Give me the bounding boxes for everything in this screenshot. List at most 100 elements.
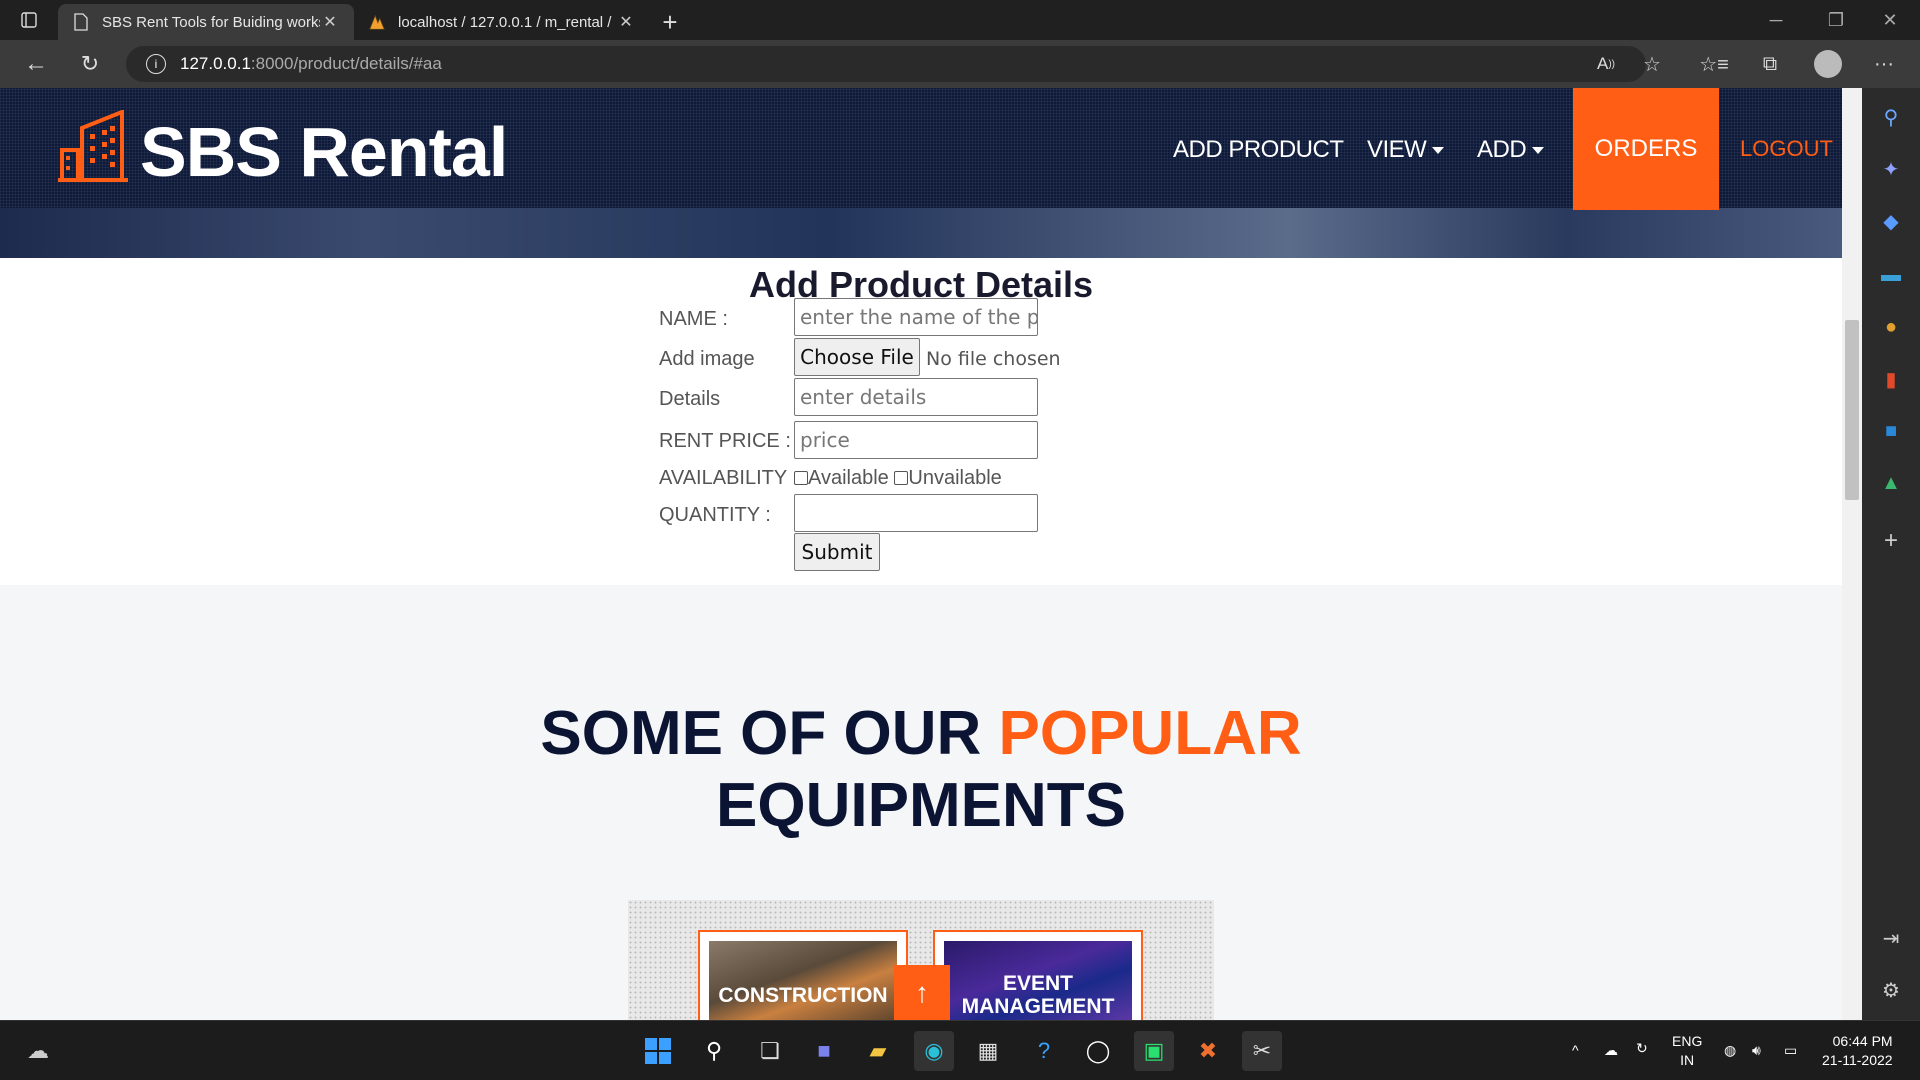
- tab-title: localhost / 127.0.0.1 / m_rental /: [398, 13, 612, 31]
- available-checkbox[interactable]: [794, 471, 808, 485]
- nav-logout[interactable]: LOGOUT: [1740, 136, 1833, 162]
- read-aloud-icon[interactable]: A)): [1586, 44, 1626, 84]
- page-viewport: SBS Rental ADD PRODUCT VIEW ADD ORDERS L…: [0, 88, 1842, 1020]
- collections-icon[interactable]: ⧉: [1750, 44, 1790, 84]
- restore-icon[interactable]: ❐: [1806, 0, 1866, 40]
- name-label: NAME :: [659, 308, 728, 330]
- submit-button[interactable]: Submit: [794, 533, 880, 571]
- clock[interactable]: 06:44 PM 21-11-2022: [1822, 1032, 1893, 1070]
- volume-icon[interactable]: 🔊︎: [1752, 1041, 1761, 1060]
- close-tab-icon[interactable]: ✕: [320, 12, 340, 32]
- battery-icon[interactable]: ▭: [1784, 1041, 1797, 1060]
- browser-tab-bar: SBS Rent Tools for Buiding works ✕ local…: [0, 0, 1920, 40]
- card-title: EVENT MANAGEMENT: [961, 972, 1115, 1018]
- outlook-icon[interactable]: ■: [1862, 411, 1920, 451]
- details-input[interactable]: enter details: [794, 378, 1038, 416]
- quantity-input[interactable]: [794, 494, 1038, 532]
- construction-image: [709, 941, 897, 1020]
- nav-add-dropdown[interactable]: ADD: [1477, 136, 1545, 164]
- favorite-add-icon[interactable]: ☆: [1632, 44, 1672, 84]
- start-icon[interactable]: [638, 1031, 678, 1071]
- profile-avatar[interactable]: [1808, 44, 1848, 84]
- nav-view-dropdown[interactable]: VIEW: [1367, 136, 1445, 164]
- popular-line1-a: SOME OF OUR: [540, 699, 999, 768]
- nav-view-label: VIEW: [1367, 136, 1427, 163]
- choose-file-button[interactable]: Choose File: [794, 338, 920, 376]
- chat-icon[interactable]: ■: [804, 1031, 844, 1071]
- pycharm-icon[interactable]: ▣: [1134, 1031, 1174, 1071]
- edge-sidebar: ⚲ ✦ ◆ ▬ ● ▮ ■ ▲ + ⇥ ⚙: [1862, 88, 1920, 1020]
- popular-heading: SOME OF OUR POPULAR EQUIPMENTS: [0, 698, 1842, 842]
- minimize-icon[interactable]: ─: [1746, 0, 1806, 40]
- page-icon: [72, 13, 90, 31]
- image-label: Add image: [659, 348, 755, 370]
- unavailable-checkbox[interactable]: [894, 471, 909, 485]
- url-field[interactable]: i 127.0.0.1:8000/product/details/#aa: [126, 46, 1646, 82]
- scrollbar-thumb[interactable]: [1845, 320, 1859, 500]
- weather-icon[interactable]: ☁: [18, 1031, 58, 1071]
- region-code: IN: [1680, 1052, 1695, 1068]
- name-input[interactable]: enter the name of the product: [794, 298, 1038, 336]
- close-window-icon[interactable]: ✕: [1860, 0, 1920, 40]
- search-icon[interactable]: ⚲: [694, 1031, 734, 1071]
- office-icon[interactable]: ▮: [1862, 359, 1920, 399]
- hero-background: [0, 208, 1842, 258]
- language-indicator[interactable]: ENG IN: [1672, 1032, 1702, 1070]
- network-icon[interactable]: ◍: [1724, 1041, 1736, 1060]
- address-toolbar: ← ↻ i 127.0.0.1:8000/product/details/#aa…: [0, 40, 1920, 88]
- nav-orders[interactable]: ORDERS: [1573, 88, 1719, 210]
- task-view-icon[interactable]: ❏: [750, 1031, 790, 1071]
- sidebar-collapse-icon[interactable]: ⇥: [1862, 918, 1920, 958]
- new-tab-button[interactable]: +: [650, 4, 690, 40]
- nav-add-label: ADD: [1477, 136, 1527, 163]
- search-icon[interactable]: ⚲: [1862, 97, 1920, 137]
- settings-gear-icon[interactable]: ⚙: [1862, 970, 1920, 1010]
- popular-line2: EQUIPMENTS: [716, 771, 1126, 840]
- python-icon[interactable]: ?: [1024, 1031, 1064, 1071]
- popular-accent: POPULAR: [998, 699, 1302, 768]
- xampp-icon[interactable]: ✖: [1188, 1031, 1228, 1071]
- back-to-top-button[interactable]: ↑: [894, 965, 950, 1020]
- price-input[interactable]: price: [794, 421, 1038, 459]
- site-header: SBS Rental ADD PRODUCT VIEW ADD ORDERS L…: [0, 88, 1842, 258]
- copilot-icon[interactable]: ✦: [1862, 149, 1920, 189]
- tree-icon[interactable]: ▲: [1862, 463, 1920, 503]
- file-explorer-icon[interactable]: ▰: [858, 1031, 898, 1071]
- price-label: RENT PRICE :: [659, 430, 791, 452]
- nav-add-product[interactable]: ADD PRODUCT: [1173, 136, 1344, 164]
- snipping-tool-icon[interactable]: ✂: [1242, 1031, 1282, 1071]
- chevron-down-icon: [1432, 147, 1445, 155]
- building-logo-icon: [58, 110, 128, 182]
- clock-date: 21-11-2022: [1822, 1052, 1893, 1068]
- equipment-card-construction[interactable]: CONSTRUCTION: [698, 930, 908, 1020]
- unavailable-label: Unvailable: [908, 467, 1002, 489]
- store-icon[interactable]: ▦: [968, 1031, 1008, 1071]
- back-button[interactable]: ←: [8, 40, 64, 88]
- availability-options: Available Unvailable: [794, 467, 1002, 490]
- tab-actions-icon[interactable]: [0, 0, 58, 40]
- url-path: :8000/product/details/#aa: [250, 54, 442, 73]
- refresh-button[interactable]: ↻: [62, 40, 118, 88]
- add-sidebar-icon[interactable]: +: [1862, 521, 1920, 561]
- quantity-label: QUANTITY :: [659, 504, 771, 526]
- tray-overflow-icon[interactable]: ^: [1572, 1041, 1579, 1060]
- info-icon[interactable]: i: [146, 54, 166, 74]
- brand-name[interactable]: SBS Rental: [140, 112, 508, 192]
- tools-icon[interactable]: ▬: [1862, 255, 1920, 295]
- onedrive-icon[interactable]: ☁: [1604, 1041, 1618, 1060]
- equipment-card-event[interactable]: EVENT MANAGEMENT: [933, 930, 1143, 1020]
- shopping-icon[interactable]: ◆: [1862, 201, 1920, 241]
- sync-icon[interactable]: ↻: [1636, 1039, 1648, 1058]
- browser-tab-sbs[interactable]: SBS Rent Tools for Buiding works ✕: [58, 4, 354, 40]
- phpmyadmin-icon: [368, 13, 386, 31]
- edge-icon[interactable]: ◉: [914, 1031, 954, 1071]
- language-code: ENG: [1672, 1033, 1703, 1049]
- games-icon[interactable]: ●: [1862, 307, 1920, 347]
- more-icon[interactable]: ···: [1864, 44, 1904, 84]
- browser-tab-phpmyadmin[interactable]: localhost / 127.0.0.1 / m_rental / ✕: [354, 4, 650, 40]
- favorites-icon[interactable]: ☆≡: [1694, 44, 1734, 84]
- close-tab-icon[interactable]: ✕: [616, 12, 636, 32]
- add-product-form: Add Product Details NAME : enter the nam…: [0, 258, 1842, 585]
- page-scrollbar[interactable]: [1842, 88, 1862, 1020]
- github-icon[interactable]: ◯: [1078, 1031, 1118, 1071]
